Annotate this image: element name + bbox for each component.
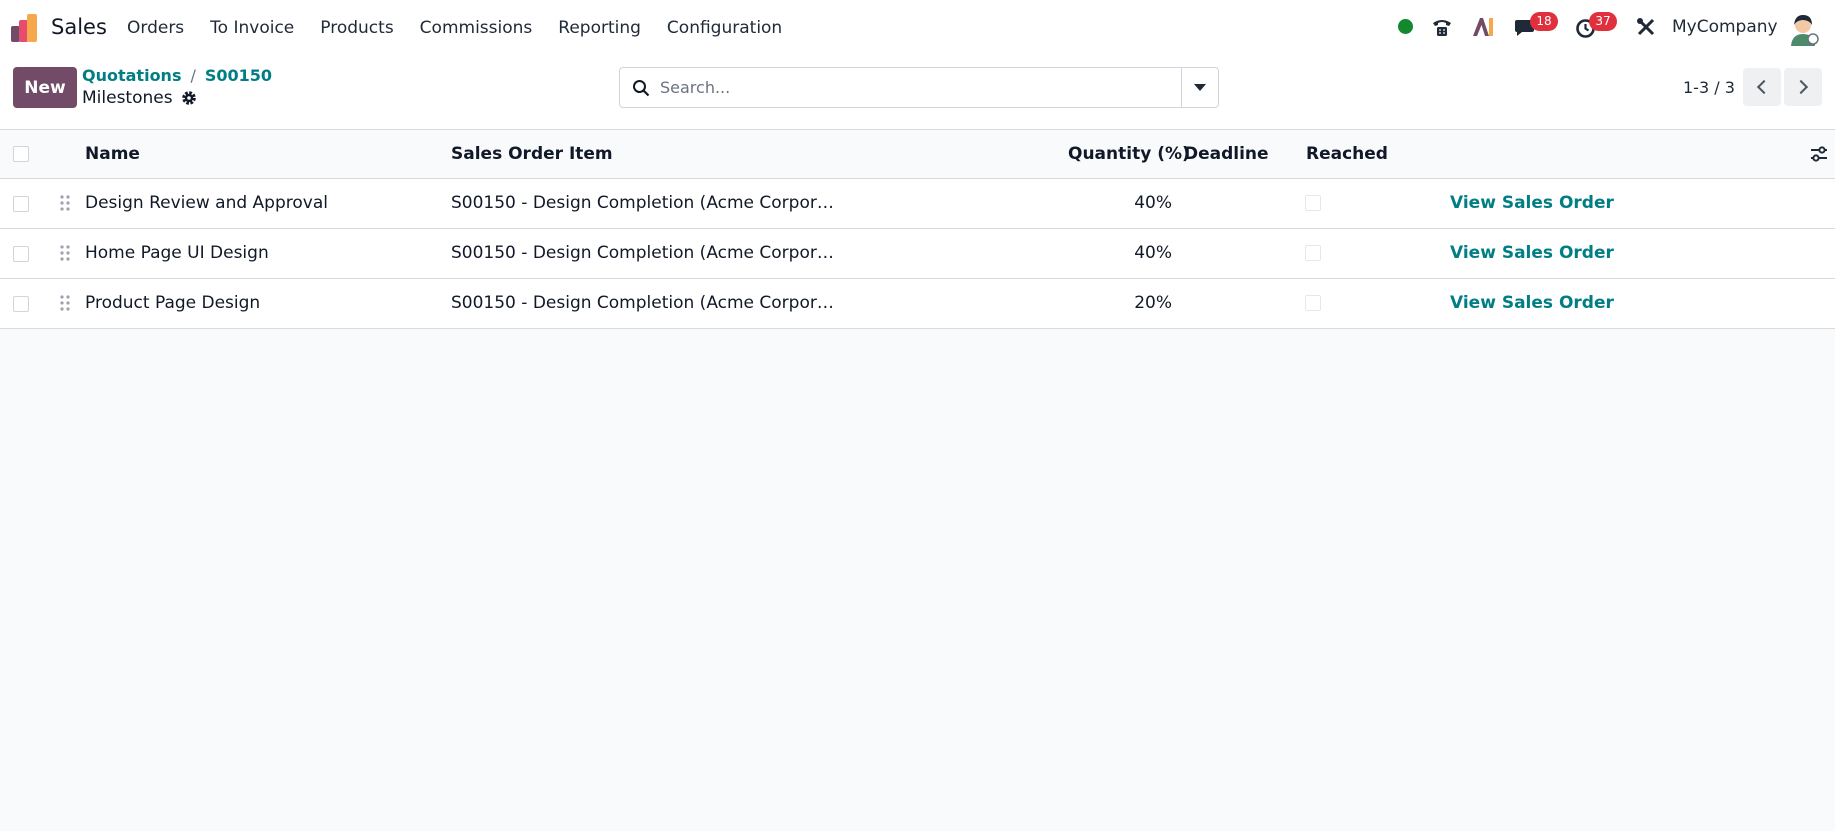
control-panel: New Quotations / S00150 Milestones 1-3 / 3 (0, 56, 1835, 130)
reached-checkbox[interactable] (1305, 245, 1321, 261)
search-bar (619, 67, 1219, 108)
cell-quantity: 20% (1134, 293, 1172, 313)
row-checkbox[interactable] (13, 296, 29, 312)
menu-reporting[interactable]: Reporting (545, 18, 654, 38)
column-name[interactable]: Name (85, 144, 140, 164)
search-icon (633, 80, 650, 97)
cell-sales-order-item: S00150 - Design Completion (Acme Corpor… (451, 293, 834, 313)
breadcrumb-quotations[interactable]: Quotations (82, 66, 181, 85)
row-checkbox[interactable] (13, 196, 29, 212)
page-title-text: Milestones (82, 88, 173, 108)
chevron-left-icon (1756, 79, 1772, 95)
select-all-checkbox[interactable] (13, 146, 29, 162)
activities-badge: 37 (1589, 12, 1617, 31)
table-header: Name Sales Order Item Quantity (%) Deadl… (0, 130, 1835, 179)
breadcrumb-separator: / (190, 66, 196, 85)
search-input[interactable] (660, 68, 1180, 107)
menu-configuration[interactable]: Configuration (654, 18, 795, 38)
debug-tools-icon[interactable] (1636, 17, 1656, 37)
view-sales-order-button[interactable]: View Sales Order (1450, 193, 1614, 213)
cell-sales-order-item: S00150 - Design Completion (Acme Corpor… (451, 243, 834, 263)
pager-value[interactable]: 1-3 / 3 (1683, 78, 1735, 97)
menu-to-invoice[interactable]: To Invoice (197, 18, 307, 38)
chevron-right-icon (1793, 79, 1809, 95)
table-row[interactable]: Product Page Design S00150 - Design Comp… (0, 279, 1835, 329)
cell-name: Product Page Design (85, 293, 261, 313)
cell-name: Home Page UI Design (85, 243, 269, 263)
pager-previous-button[interactable] (1743, 68, 1781, 106)
new-button[interactable]: New (13, 67, 77, 108)
sales-app-icon[interactable] (11, 14, 41, 42)
drag-handle-icon[interactable] (60, 245, 70, 261)
top-navbar: Sales Orders To Invoice Products Commiss… (0, 0, 1835, 56)
milestones-table: Name Sales Order Item Quantity (%) Deadl… (0, 130, 1835, 329)
search-options-toggle[interactable] (1181, 68, 1218, 107)
column-sales-order-item[interactable]: Sales Order Item (451, 144, 613, 164)
menu-products[interactable]: Products (307, 18, 406, 38)
table-row[interactable]: Design Review and Approval S00150 - Desi… (0, 179, 1835, 229)
online-status-icon[interactable] (1398, 19, 1413, 34)
drag-handle-icon[interactable] (60, 195, 70, 211)
main-menu: Orders To Invoice Products Commissions R… (114, 0, 795, 56)
app-name[interactable]: Sales (51, 15, 107, 39)
menu-commissions[interactable]: Commissions (407, 18, 546, 38)
view-sales-order-button[interactable]: View Sales Order (1450, 293, 1614, 313)
reached-checkbox[interactable] (1305, 195, 1321, 211)
ai-icon[interactable] (1472, 17, 1494, 37)
cell-name: Design Review and Approval (85, 193, 328, 213)
gear-icon[interactable] (181, 90, 197, 106)
view-sales-order-button[interactable]: View Sales Order (1450, 243, 1614, 263)
page-title: Milestones (82, 88, 197, 108)
column-reached[interactable]: Reached (1306, 144, 1388, 164)
row-checkbox[interactable] (13, 246, 29, 262)
drag-handle-icon[interactable] (60, 295, 70, 311)
messages-badge: 18 (1530, 12, 1558, 31)
caret-down-icon (1194, 84, 1206, 91)
user-avatar[interactable] (1786, 12, 1820, 46)
breadcrumb: Quotations / S00150 (82, 66, 272, 85)
company-switcher[interactable]: MyCompany (1672, 17, 1778, 37)
cell-quantity: 40% (1134, 193, 1172, 213)
breadcrumb-order[interactable]: S00150 (205, 66, 272, 85)
phone-icon[interactable] (1431, 16, 1453, 38)
column-quantity[interactable]: Quantity (%) (1068, 144, 1190, 164)
reached-checkbox[interactable] (1305, 295, 1321, 311)
pager-next-button[interactable] (1784, 68, 1822, 106)
table-row[interactable]: Home Page UI Design S00150 - Design Comp… (0, 229, 1835, 279)
cell-sales-order-item: S00150 - Design Completion (Acme Corpor… (451, 193, 834, 213)
column-deadline[interactable]: Deadline (1184, 144, 1269, 164)
optional-columns-icon[interactable] (1810, 146, 1828, 162)
cell-quantity: 40% (1134, 243, 1172, 263)
menu-orders[interactable]: Orders (114, 18, 197, 38)
